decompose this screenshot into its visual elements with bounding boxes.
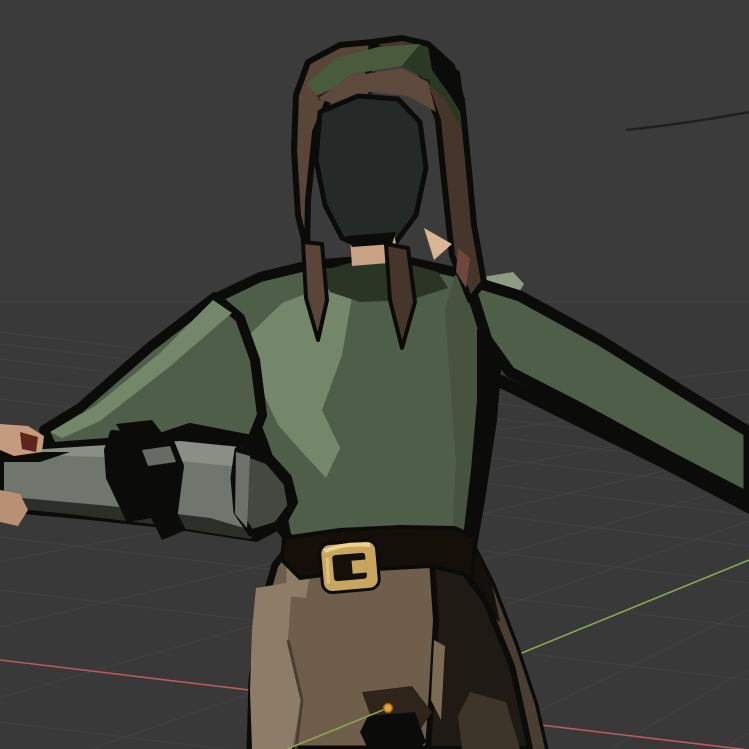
belt-buckle — [319, 540, 380, 594]
inner-leg-gap — [360, 712, 426, 749]
scene-3d — [0, 0, 749, 749]
object-origin-dot[interactable] — [384, 704, 393, 713]
buckle-prong — [352, 560, 367, 574]
viewport-canvas[interactable] — [0, 0, 749, 749]
